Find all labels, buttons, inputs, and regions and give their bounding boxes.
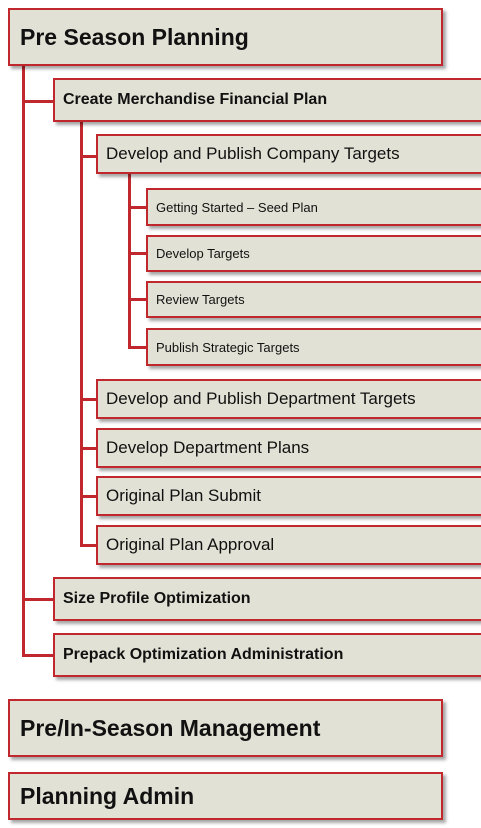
node-label: Pre Season Planning [20,23,249,50]
node-pre-season-planning[interactable]: Pre Season Planning [8,8,443,66]
connector-branch-publish-strategic [128,346,146,349]
node-create-merchandise-financial-plan[interactable]: Create Merchandise Financial Plan [53,78,481,122]
node-label: Original Plan Approval [106,535,275,554]
node-label: Prepack Optimization Administration [63,646,344,663]
node-prepack-optimization-administration[interactable]: Prepack Optimization Administration [53,633,481,677]
node-label: Develop and Publish Department Targets [106,389,416,408]
node-pre-in-season-management[interactable]: Pre/In-Season Management [8,699,443,757]
connector-branch-department-plans [80,447,96,450]
node-develop-department-plans[interactable]: Develop Department Plans [96,428,481,468]
node-label: Size Profile Optimization [63,590,251,607]
node-label: Review Targets [156,292,245,307]
connector-trunk-level1 [22,40,25,657]
node-label: Develop Department Plans [106,438,310,457]
connector-branch-size-profile [22,598,54,601]
node-develop-targets[interactable]: Develop Targets [146,235,481,272]
node-publish-strategic-targets[interactable]: Publish Strategic Targets [146,328,481,366]
node-develop-publish-company-targets[interactable]: Develop and Publish Company Targets [96,134,481,174]
connector-branch-department-targets [80,398,96,401]
node-original-plan-submit[interactable]: Original Plan Submit [96,476,481,516]
node-review-targets[interactable]: Review Targets [146,281,481,318]
connector-branch-cmfp [22,100,54,103]
node-size-profile-optimization[interactable]: Size Profile Optimization [53,577,481,621]
node-planning-admin[interactable]: Planning Admin [8,772,443,820]
node-original-plan-approval[interactable]: Original Plan Approval [96,525,481,565]
node-label: Create Merchandise Financial Plan [63,91,328,108]
node-label: Planning Admin [20,782,195,809]
connector-branch-getting-started [128,206,146,209]
connector-branch-prepack [22,654,54,657]
connector-branch-review-targets [128,298,146,301]
connector-trunk-level3 [128,174,131,349]
node-label: Develop Targets [156,246,250,261]
node-label: Publish Strategic Targets [156,339,300,355]
node-label: Original Plan Submit [106,486,261,505]
connector-trunk-level2 [80,122,83,547]
connector-branch-plan-approval [80,544,96,547]
node-label: Pre/In-Season Management [20,714,321,741]
connector-branch-develop-targets [128,252,146,255]
node-getting-started-seed-plan[interactable]: Getting Started – Seed Plan [146,188,481,226]
node-develop-publish-department-targets[interactable]: Develop and Publish Department Targets [96,379,481,419]
node-label: Develop and Publish Company Targets [106,144,400,163]
connector-branch-plan-submit [80,495,96,498]
node-label: Getting Started – Seed Plan [156,199,318,215]
connector-branch-company-targets [80,155,96,158]
